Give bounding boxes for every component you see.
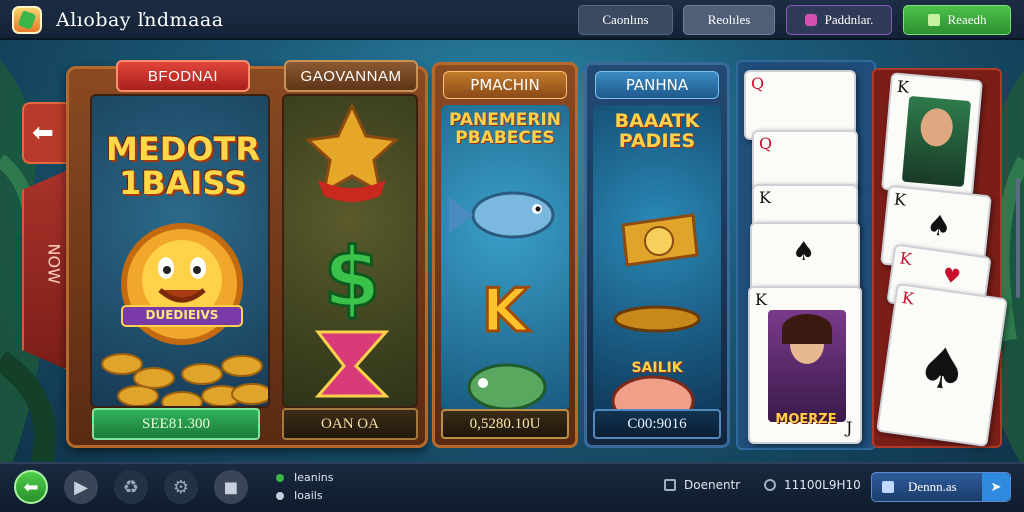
app-title: Alıobay ľndmaaa	[56, 9, 224, 31]
reel-right[interactable]: $	[282, 94, 418, 408]
board-ribbon-right: GAOVANNAM	[284, 60, 418, 92]
demo-icon	[882, 481, 894, 493]
promos-label: Paddnlar.	[824, 12, 874, 27]
card-corner: Q	[751, 74, 765, 93]
play-icon: ▶	[74, 476, 88, 498]
reload-icon: ♻	[122, 476, 140, 498]
panel-title: PANHNA	[595, 71, 719, 99]
card-corner: Q	[759, 134, 773, 153]
legend-item: Ioails	[276, 489, 323, 502]
previous-game-button[interactable]: ⬅	[22, 102, 68, 164]
camera-icon: ◼	[223, 476, 239, 498]
payout-right: OAN OA	[282, 408, 418, 440]
card-portrait-art	[768, 310, 846, 422]
game-panel-fish[interactable]: PMACHIN PANEMERIN PBABECES K 0,5280.10U	[432, 62, 578, 448]
game-panel-treasure[interactable]: PANHNA BAAATK PADIES SAILIK C00:9016	[584, 62, 730, 448]
back-arrow-icon: ⬅	[23, 476, 39, 498]
spade-icon: ♠	[792, 237, 816, 267]
scrollbar[interactable]	[1016, 178, 1020, 298]
playing-card[interactable]: K ♠	[876, 282, 1008, 448]
card-corner: K	[896, 76, 910, 97]
card-corner: K	[900, 287, 916, 309]
app-logo-icon[interactable]	[12, 6, 42, 34]
card-portrait-art	[901, 95, 972, 187]
panel-art: PANEMERIN PBABECES K	[441, 105, 569, 411]
demo-label: Dennn.as	[908, 479, 957, 494]
card-face-label: MOERZE	[775, 412, 837, 427]
legend-item: Ieanins	[276, 471, 333, 484]
spade-icon: ♠	[924, 208, 954, 244]
status-dot-icon	[276, 491, 284, 500]
credit-icon	[764, 479, 776, 491]
card-corner: K	[759, 188, 771, 207]
board-headline: MEDOTR 1BAISS	[106, 130, 260, 202]
documents-link[interactable]: Doenentr	[664, 478, 740, 492]
reload-button[interactable]: ♻	[114, 470, 148, 504]
mascot-banner-text: DUEDIEIVS	[145, 308, 219, 322]
card-corner: K	[755, 290, 767, 309]
bonuses-button[interactable]: Reolıles	[683, 5, 775, 35]
heart-icon: ♥	[941, 262, 963, 289]
symbol-column-art: $	[304, 102, 400, 398]
back-button[interactable]: ⬅	[14, 470, 48, 504]
documents-label: Doenentr	[684, 478, 741, 492]
fish-symbols-art: K	[449, 191, 555, 411]
camera-button[interactable]: ◼	[214, 470, 248, 504]
back-arrow-icon: ⬅	[32, 118, 54, 148]
deposit-label: Reaedh	[947, 12, 987, 27]
spade-icon: ♠	[913, 333, 972, 406]
credit-readout: 11100L9H10	[764, 478, 861, 492]
board-ribbon-left: BFODNAI	[116, 60, 250, 92]
promos-button[interactable]: Paddnlar.	[786, 5, 892, 35]
svg-text:$: $	[323, 231, 380, 326]
playing-card-face[interactable]: K	[881, 72, 983, 198]
game-screen: Alıobay ľndmaaa Caonlıns Reolıles Paddnl…	[0, 0, 1024, 512]
panel-headline: PANEMERIN PBABECES	[448, 110, 562, 148]
panel-subtitle: SAILIK	[631, 360, 683, 376]
top-bar: Alıobay ľndmaaa Caonlıns Reolıles Paddnl…	[0, 0, 1024, 40]
payout-left: SEE81.300	[92, 408, 260, 440]
document-icon	[664, 479, 676, 491]
deposit-button[interactable]: Reaedh	[903, 5, 1011, 35]
casinos-button[interactable]: Caonlıns	[578, 5, 673, 35]
playing-card[interactable]: ♠	[750, 222, 860, 292]
card-corner: J	[846, 418, 853, 437]
card-corner: K	[898, 248, 913, 269]
card-corner: K	[893, 189, 907, 210]
panel-headline: BAAATK PADIES	[614, 110, 700, 152]
playing-card-face[interactable]: K MOERZE J	[748, 286, 862, 444]
side-tab[interactable]: NOW	[22, 170, 68, 370]
symbol-letter: K	[482, 276, 531, 346]
side-tab-label: NOW	[44, 243, 64, 284]
playing-card[interactable]: Q	[752, 130, 858, 192]
settings-gear-icon: ⚙	[172, 476, 190, 498]
legend-label: Ieanins	[294, 471, 334, 484]
panel-art: BAAATK PADIES SAILIK	[593, 105, 721, 411]
demo-button[interactable]: Dennn.as ➤	[871, 472, 1011, 502]
share-icon[interactable]: ➤	[982, 473, 1010, 501]
status-dot-icon	[276, 473, 284, 482]
panel-title: PMACHIN	[443, 71, 567, 99]
panel-payout: C00:9016	[593, 409, 721, 439]
legend-label: Ioails	[294, 489, 323, 502]
credit-value: 11100L9H10	[784, 478, 861, 492]
play-button[interactable]: ▶	[64, 470, 98, 504]
panel-payout: 0,5280.10U	[441, 409, 569, 439]
wallet-icon	[927, 14, 940, 26]
gift-icon	[804, 14, 817, 26]
settings-button[interactable]: ⚙	[164, 470, 198, 504]
